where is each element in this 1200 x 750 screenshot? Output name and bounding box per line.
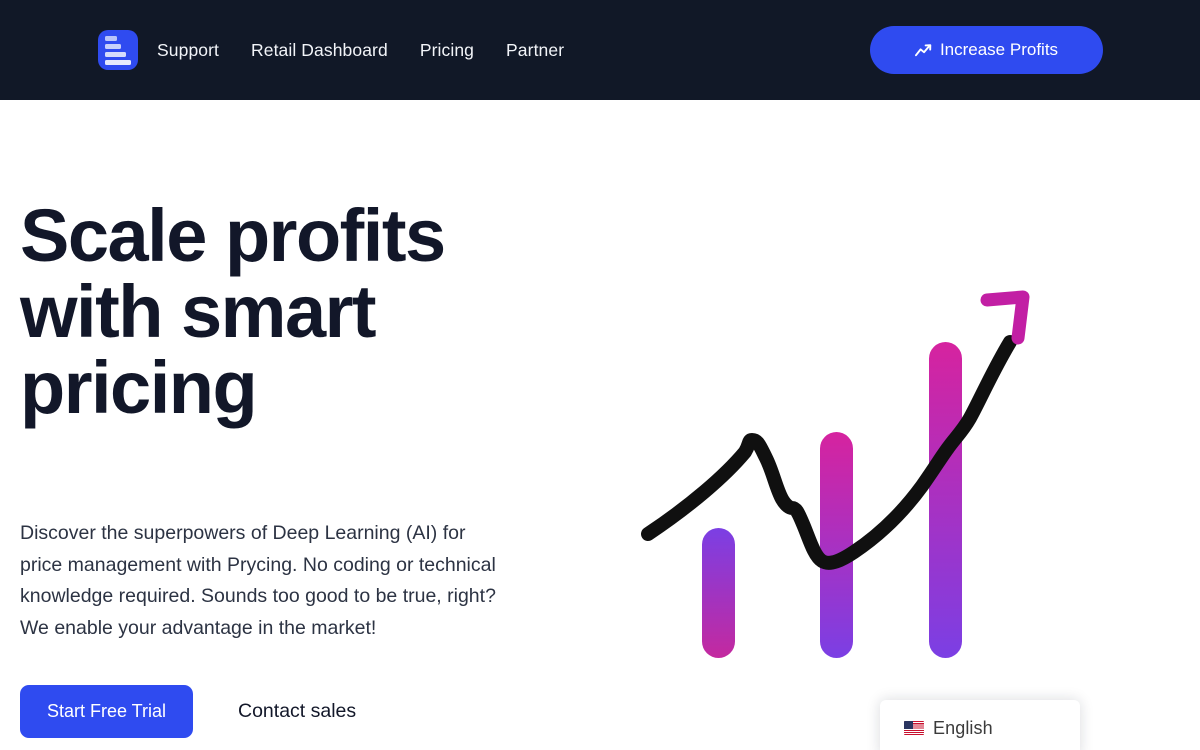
language-switcher[interactable]: English — [880, 700, 1080, 750]
hero-cta-row: Start Free Trial Contact sales — [20, 685, 356, 738]
logo-bar-2 — [105, 43, 121, 49]
logo-bar-3 — [105, 51, 126, 57]
chart-arrow-head — [980, 290, 1030, 345]
us-flag-icon — [904, 721, 924, 735]
logo-bar-4 — [105, 59, 131, 65]
site-header: Support Retail Dashboard Pricing Partner… — [0, 0, 1200, 100]
nav-item-support[interactable]: Support — [157, 40, 235, 61]
contact-sales-link[interactable]: Contact sales — [238, 700, 356, 723]
nav-item-pricing[interactable]: Pricing — [404, 40, 490, 61]
logo-bar-1 — [105, 35, 117, 41]
nav-item-retail-dashboard[interactable]: Retail Dashboard — [235, 40, 404, 61]
page-title: Scale profits with smart pricing — [20, 194, 446, 429]
hero-page: Support Retail Dashboard Pricing Partner… — [0, 0, 1200, 750]
growth-chart-illustration — [630, 280, 1030, 670]
start-free-trial-button[interactable]: Start Free Trial — [20, 685, 193, 738]
chart-bars — [702, 342, 962, 658]
chart-bar-3 — [929, 342, 962, 658]
main-nav: Support Retail Dashboard Pricing Partner — [157, 0, 580, 100]
chart-bar-2 — [820, 432, 853, 658]
language-switcher-label: English — [933, 717, 993, 738]
nav-item-partner[interactable]: Partner — [490, 40, 580, 61]
trending-up-icon — [914, 43, 932, 57]
chart-bar-1 — [702, 528, 735, 658]
hero-description: Discover the superpowers of Deep Learnin… — [20, 522, 496, 639]
brand-logo[interactable] — [98, 30, 138, 70]
increase-profits-label: Increase Profits — [939, 40, 1059, 59]
increase-profits-button[interactable]: Increase Profits — [870, 26, 1103, 74]
